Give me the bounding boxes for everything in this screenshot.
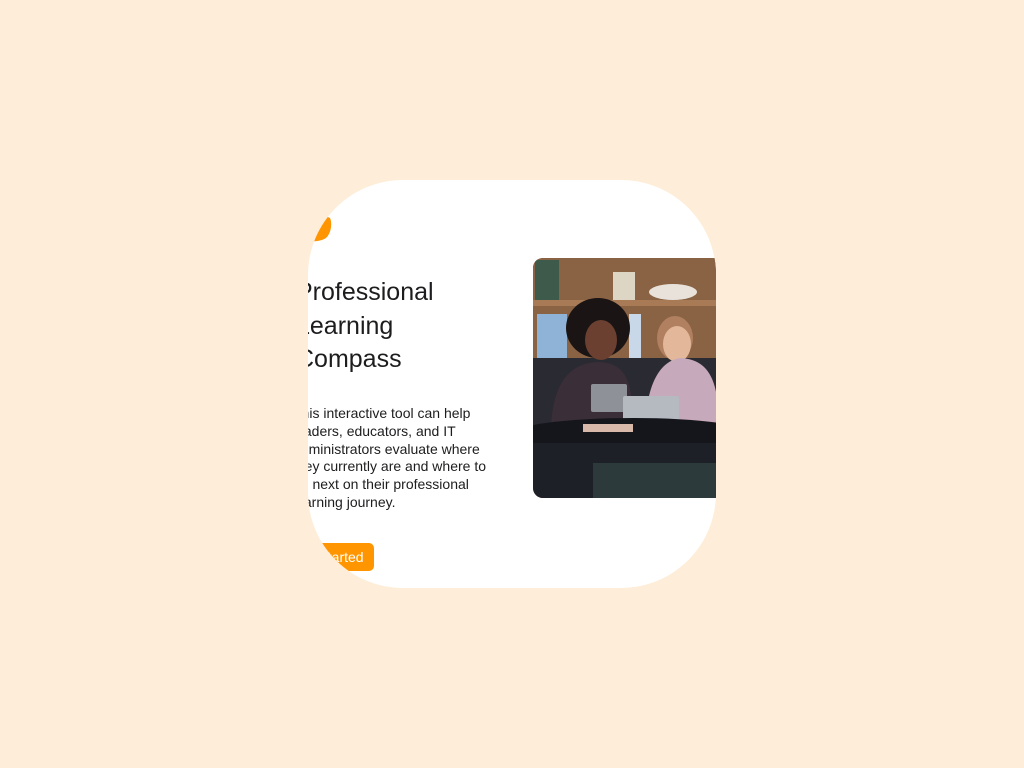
app-card: Professional Learning Compass This inter…: [308, 180, 716, 588]
hero-description: This interactive tool can help leaders, …: [308, 405, 486, 510]
apple-logo-icon: [308, 204, 332, 242]
hero-photo: [533, 258, 716, 498]
page-title: Professional Learning Compass: [308, 278, 434, 373]
get-started-button[interactable]: Get Started: [308, 543, 374, 571]
photo-illustration: [533, 258, 716, 498]
